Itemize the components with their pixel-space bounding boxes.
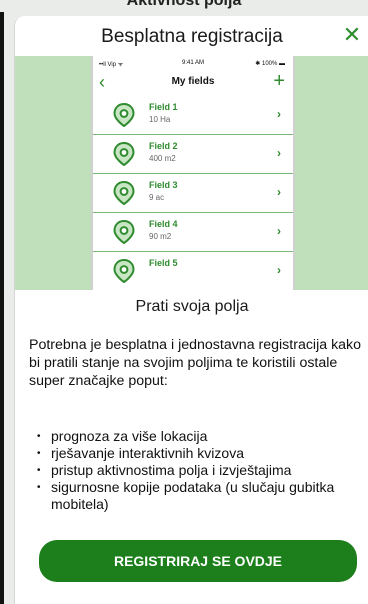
- phone-status-bar: ••ll Vip ᯤ 9:41 AM ✱ 100% ▬: [93, 56, 293, 70]
- modal-title: Besplatna registracija: [101, 26, 283, 47]
- list-item: • prognoza za više lokacija: [29, 428, 365, 445]
- registration-modal: Besplatna registracija ✕ ••ll Vip ᯤ 9:41…: [14, 16, 368, 604]
- register-button[interactable]: REGISTRIRAJ SE OVDJE: [39, 540, 357, 582]
- chevron-right-icon: ›: [277, 263, 281, 277]
- description-text: Potrebna je besplatna i jednostavna regi…: [29, 337, 362, 389]
- battery-indicator: ✱ 100% ▬: [255, 61, 285, 67]
- field-name: Field 2: [149, 141, 178, 151]
- add-icon: +: [273, 70, 285, 92]
- feature-text: pristup aktivnostima polja i izvještajim…: [51, 462, 292, 478]
- feature-text: rješavanje interaktivnih kvizova: [51, 445, 244, 461]
- phone-nav-title: My fields: [171, 76, 215, 87]
- field-row: Field 1 10 Ha ›: [93, 96, 293, 135]
- section-title: Prati svoja polja: [135, 298, 249, 315]
- modal-header: Besplatna registracija ✕: [15, 16, 368, 56]
- list-item: • pristup aktivnostima polja i izvještaj…: [29, 462, 365, 479]
- chevron-right-icon: ›: [277, 224, 281, 238]
- list-item: • rješavanje interaktivnih kvizova: [29, 445, 365, 462]
- phone-mockup: ••ll Vip ᯤ 9:41 AM ✱ 100% ▬ ‹ My fields …: [91, 56, 295, 290]
- feature-list: • prognoza za više lokacija • rješavanje…: [29, 428, 365, 513]
- field-area: 90 m2: [149, 232, 172, 241]
- field-row: Field 3 9 ac ›: [93, 174, 293, 213]
- list-item: • sigurnosne kopije podataka (u slučaju …: [29, 479, 365, 513]
- field-area: 9 ac: [149, 193, 165, 202]
- field-name: Field 1: [149, 102, 178, 112]
- map-pin-icon: [113, 142, 135, 166]
- bullet-icon: •: [37, 465, 41, 476]
- field-row: Field 4 90 m2 ›: [93, 213, 293, 252]
- bullet-icon: •: [37, 482, 41, 493]
- feature-text: sigurnosne kopije podataka (u slučaju gu…: [51, 479, 335, 512]
- hero-image: ••ll Vip ᯤ 9:41 AM ✱ 100% ▬ ‹ My fields …: [15, 56, 368, 290]
- chevron-right-icon: ›: [277, 107, 281, 121]
- map-pin-icon: [113, 181, 135, 205]
- map-pin-icon: [113, 103, 135, 127]
- field-name: Field 3: [149, 180, 178, 190]
- map-pin-icon: [113, 259, 135, 283]
- bullet-icon: •: [37, 431, 41, 442]
- map-pin-icon: [113, 220, 135, 244]
- field-name: Field 4: [149, 219, 178, 229]
- field-area: 400 m2: [149, 154, 176, 163]
- field-row: Field 5 ›: [93, 252, 293, 290]
- phone-nav-bar: ‹ My fields +: [93, 70, 293, 96]
- chevron-right-icon: ›: [277, 146, 281, 160]
- background-title: Aktivnost polja: [126, 0, 242, 9]
- field-row: Field 2 400 m2 ›: [93, 135, 293, 174]
- close-icon[interactable]: ✕: [341, 24, 363, 46]
- chevron-right-icon: ›: [277, 185, 281, 199]
- field-area: 10 Ha: [149, 115, 171, 124]
- field-name: Field 5: [149, 258, 178, 268]
- feature-text: prognoza za više lokacija: [51, 428, 208, 444]
- bullet-icon: •: [37, 448, 41, 459]
- left-edge-bar: [0, 12, 4, 604]
